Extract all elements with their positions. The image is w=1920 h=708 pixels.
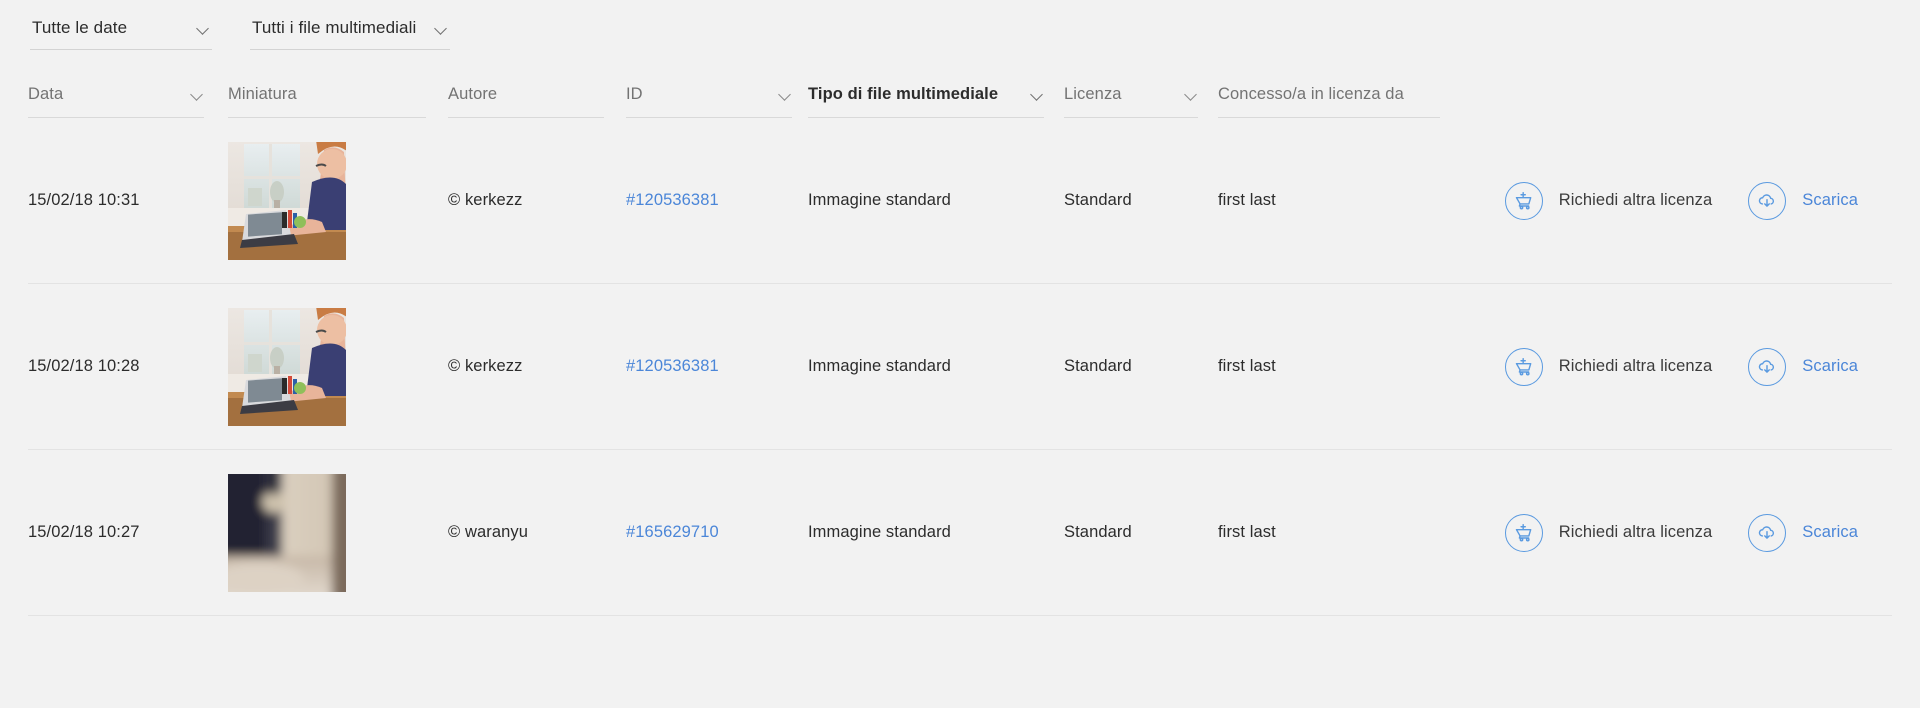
cell-license: Standard — [1064, 523, 1198, 542]
cloud-download-icon — [1748, 348, 1786, 386]
column-header-license[interactable]: Licenza — [1064, 85, 1198, 118]
cell-media-type: Immagine standard — [808, 191, 1044, 210]
filter-bar: Tutte le date Tutti i file multimediali — [0, 0, 1920, 50]
row-actions: Richiedi altra licenza Scarica — [1505, 348, 1892, 386]
request-license-label: Richiedi altra licenza — [1559, 191, 1713, 210]
chevron-down-icon — [1185, 88, 1198, 101]
media-filter-label: Tutti i file multimediali — [252, 18, 416, 38]
cell-media-type: Immagine standard — [808, 357, 1044, 376]
cloud-download-icon — [1748, 182, 1786, 220]
cart-add-icon — [1505, 514, 1543, 552]
chevron-down-icon — [197, 22, 210, 35]
cell-license: Standard — [1064, 191, 1198, 210]
cell-date: 15/02/18 10:27 — [28, 523, 204, 542]
request-another-license-button[interactable]: Richiedi altra licenza — [1505, 182, 1713, 220]
column-header-author: Autore — [448, 85, 604, 118]
asset-id-link[interactable]: #165629710 — [626, 523, 719, 541]
cell-id: #165629710 — [626, 523, 792, 542]
cell-license: Standard — [1064, 357, 1198, 376]
cell-licensed-by: first last — [1218, 357, 1440, 376]
table-row: 15/02/18 10:28 — [28, 284, 1892, 450]
download-button[interactable]: Scarica — [1748, 514, 1858, 552]
cell-author: © waranyu — [448, 523, 604, 542]
row-actions: Richiedi altra licenza Scarica — [1505, 182, 1892, 220]
request-license-label: Richiedi altra licenza — [1559, 523, 1713, 542]
cell-thumbnail — [228, 474, 426, 592]
column-header-licensed-by: Concesso/a in licenza da — [1218, 85, 1440, 118]
cell-licensed-by: first last — [1218, 191, 1440, 210]
date-filter[interactable]: Tutte le date — [30, 14, 212, 50]
column-header-label: ID — [626, 85, 643, 104]
request-another-license-button[interactable]: Richiedi altra licenza — [1505, 514, 1713, 552]
table-header-row: Data Miniatura Autore ID Tipo di file mu… — [28, 76, 1892, 118]
cell-author: © kerkezz — [448, 191, 604, 210]
column-header-data[interactable]: Data — [28, 85, 204, 118]
column-header-label: Miniatura — [228, 85, 297, 104]
table-row: 15/02/18 10:31 — [28, 118, 1892, 284]
cell-id: #120536381 — [626, 357, 792, 376]
chevron-down-icon — [1031, 88, 1044, 101]
column-header-label: Concesso/a in licenza da — [1218, 85, 1404, 104]
column-header-media-type[interactable]: Tipo di file multimediale — [808, 85, 1044, 118]
cell-thumbnail — [228, 142, 426, 260]
date-filter-label: Tutte le date — [32, 18, 127, 38]
thumbnail-image[interactable] — [228, 308, 346, 426]
column-header-thumbnail: Miniatura — [228, 85, 426, 118]
column-header-label: Licenza — [1064, 85, 1122, 104]
cell-id: #120536381 — [626, 191, 792, 210]
row-actions: Richiedi altra licenza Scarica — [1505, 514, 1892, 552]
request-another-license-button[interactable]: Richiedi altra licenza — [1505, 348, 1713, 386]
cell-media-type: Immagine standard — [808, 523, 1044, 542]
download-label: Scarica — [1802, 357, 1858, 376]
cell-thumbnail — [228, 308, 426, 426]
download-button[interactable]: Scarica — [1748, 182, 1858, 220]
asset-id-link[interactable]: #120536381 — [626, 357, 719, 375]
thumbnail-image[interactable] — [228, 142, 346, 260]
table-row: 15/02/18 10:27 — [28, 450, 1892, 616]
chevron-down-icon — [779, 88, 792, 101]
request-license-label: Richiedi altra licenza — [1559, 357, 1713, 376]
download-button[interactable]: Scarica — [1748, 348, 1858, 386]
cart-add-icon — [1505, 348, 1543, 386]
thumbnail-image[interactable] — [228, 474, 346, 592]
cell-date: 15/02/18 10:31 — [28, 191, 204, 210]
cell-author: © kerkezz — [448, 357, 604, 376]
column-header-id[interactable]: ID — [626, 85, 792, 118]
download-label: Scarica — [1802, 191, 1858, 210]
download-label: Scarica — [1802, 523, 1858, 542]
column-header-label: Tipo di file multimediale — [808, 85, 998, 104]
cart-add-icon — [1505, 182, 1543, 220]
asset-id-link[interactable]: #120536381 — [626, 191, 719, 209]
cell-licensed-by: first last — [1218, 523, 1440, 542]
media-filter[interactable]: Tutti i file multimediali — [250, 14, 450, 50]
chevron-down-icon — [435, 22, 448, 35]
licenses-table: Data Miniatura Autore ID Tipo di file mu… — [0, 76, 1920, 616]
column-header-label: Data — [28, 85, 63, 104]
cloud-download-icon — [1748, 514, 1786, 552]
column-header-actions — [1440, 105, 1892, 118]
column-header-label: Autore — [448, 85, 497, 104]
chevron-down-icon — [191, 88, 204, 101]
cell-date: 15/02/18 10:28 — [28, 357, 204, 376]
